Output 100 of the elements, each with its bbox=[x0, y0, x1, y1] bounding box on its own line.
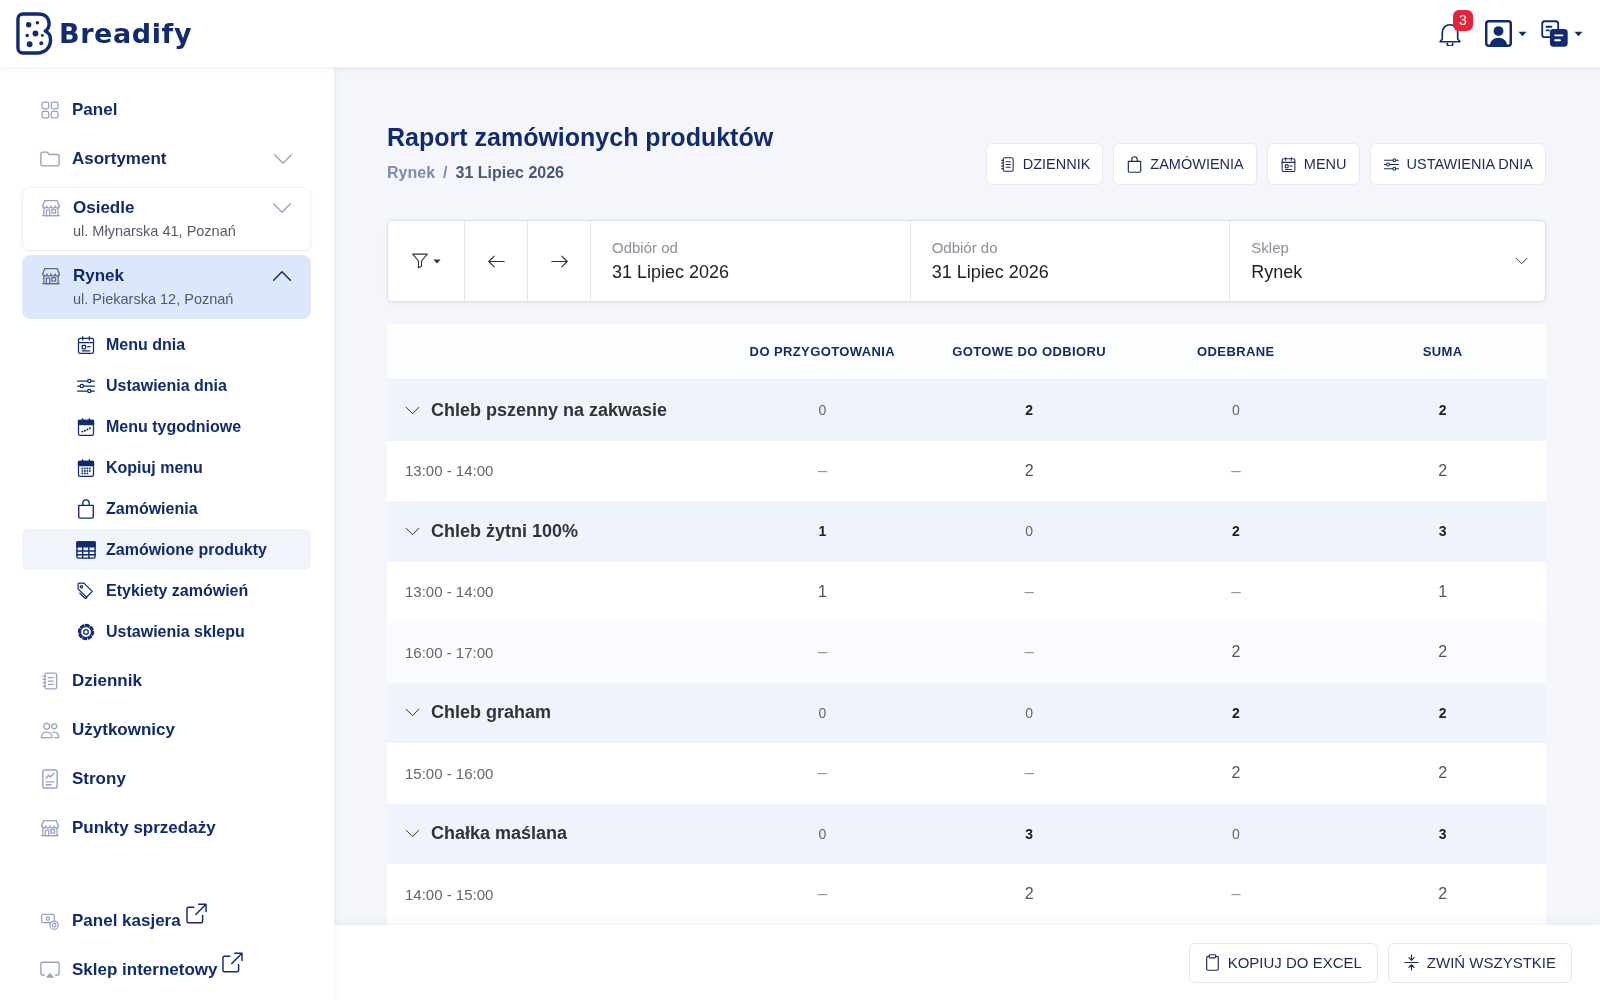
submenu-item[interactable]: Menu dnia bbox=[22, 324, 311, 365]
logo-icon[interactable] bbox=[16, 12, 53, 55]
notebook-icon bbox=[40, 670, 60, 691]
chevron-down-icon[interactable] bbox=[405, 405, 420, 415]
notebook-icon bbox=[998, 155, 1016, 173]
table-cell-text: 1 bbox=[816, 582, 828, 601]
column-header: ODEBRANE bbox=[1196, 344, 1276, 359]
store-icon bbox=[41, 198, 61, 218]
time-slot: 15:00 - 16:00 bbox=[405, 764, 494, 782]
nav-item[interactable]: Użytkownicy bbox=[22, 705, 311, 754]
table-cell-text: – bbox=[1230, 884, 1242, 905]
submenu-item[interactable]: Zamówienia bbox=[22, 488, 311, 529]
store-icon bbox=[41, 266, 61, 286]
table-cell-text: – bbox=[816, 642, 829, 663]
submenu-item[interactable]: Zamówione produkty bbox=[22, 529, 311, 570]
product-row[interactable]: Chleb żytni 100% 1 0 2 3 bbox=[387, 501, 1546, 562]
external-link[interactable]: Sklep internetowy bbox=[22, 945, 311, 994]
submenu-item[interactable]: Kopiuj menu bbox=[22, 447, 311, 488]
table-cell-text: 0 bbox=[1024, 523, 1034, 540]
table-cell-text: 0 bbox=[817, 402, 828, 419]
arrow-left-icon bbox=[487, 254, 505, 268]
breadcrumb-separator: / bbox=[443, 163, 448, 183]
table-cell-text: 2 bbox=[1437, 402, 1448, 419]
logo-text[interactable]: Breadify bbox=[59, 18, 193, 49]
chevron-up-icon[interactable] bbox=[272, 270, 292, 282]
submenu-item[interactable]: Menu tygodniowe bbox=[22, 406, 311, 447]
product-name: Chleb żytni 100% bbox=[431, 520, 579, 542]
nav-item[interactable]: Panel bbox=[22, 85, 311, 134]
bag-icon bbox=[1126, 155, 1144, 173]
table-cell-text: 2 bbox=[1437, 461, 1449, 480]
arrow-right-icon bbox=[550, 254, 568, 268]
table-cell-text: – bbox=[1023, 642, 1035, 663]
nav-item[interactable]: Asortyment bbox=[22, 134, 311, 183]
store-item[interactable]: Rynek ul. Piekarska 12, Poznań bbox=[22, 255, 311, 319]
table-cell-text: 2 bbox=[1230, 764, 1242, 783]
chevron-down-icon[interactable] bbox=[405, 708, 420, 718]
account-button[interactable] bbox=[1485, 20, 1527, 47]
sliders-icon bbox=[1382, 155, 1400, 173]
time-slot: 13:00 - 14:00 bbox=[405, 462, 494, 480]
table-cell-text: – bbox=[816, 460, 829, 481]
nav-item[interactable]: Punkty sprzedaży bbox=[22, 803, 311, 852]
table-cell-text: – bbox=[1023, 763, 1035, 784]
chevron-down-icon[interactable] bbox=[405, 829, 420, 839]
submenu-item[interactable]: Ustawienia dnia bbox=[22, 365, 311, 406]
time-slot: 13:00 - 14:00 bbox=[405, 583, 494, 601]
nav-item[interactable]: Dziennik bbox=[22, 656, 311, 705]
store-icon bbox=[40, 817, 60, 838]
filter-icon bbox=[411, 253, 428, 269]
submenu-item[interactable]: Etykiety zamówień bbox=[22, 570, 311, 611]
bag-icon bbox=[76, 498, 96, 519]
external-link-icon bbox=[185, 903, 207, 924]
settings-icon bbox=[76, 621, 96, 642]
grid-icon bbox=[40, 99, 60, 120]
external-link[interactable]: Panel kasjera bbox=[22, 896, 311, 945]
external-link-icon bbox=[222, 952, 244, 973]
document-icon bbox=[40, 768, 60, 789]
table-cell-text: 2 bbox=[1230, 643, 1242, 662]
table-cell-text: 0 bbox=[1230, 402, 1241, 419]
journal-button[interactable]: DZIENNIK bbox=[985, 143, 1104, 185]
table-cell-text: 0 bbox=[817, 704, 828, 721]
product-name: Chleb graham bbox=[431, 702, 552, 724]
chevron-down-icon[interactable] bbox=[405, 526, 420, 536]
menu-button[interactable]: MENU bbox=[1266, 143, 1360, 185]
table-cell-text: 2 bbox=[1230, 523, 1241, 540]
table-cell-text: 2 bbox=[1437, 764, 1449, 783]
copy-to-excel-button[interactable]: KOPIUJ DO EXCEL bbox=[1188, 942, 1378, 983]
collapse-icon bbox=[1403, 954, 1419, 971]
day-settings-button[interactable]: USTAWIENIA DNIA bbox=[1369, 143, 1546, 185]
product-row[interactable]: Chleb graham 0 0 2 2 bbox=[387, 682, 1546, 743]
table-cell-text: 2 bbox=[1023, 885, 1035, 904]
nav-item[interactable]: Strony bbox=[22, 754, 311, 803]
monitor-icon bbox=[40, 959, 60, 980]
chevron-down-icon bbox=[1515, 257, 1528, 265]
bell-icon bbox=[1439, 21, 1461, 46]
product-name: Chałka maślana bbox=[431, 823, 568, 845]
product-row[interactable]: Chałka maślana 0 3 0 3 bbox=[387, 803, 1546, 864]
store-select[interactable]: Sklep Rynek bbox=[1230, 221, 1545, 301]
table-cell-text: 2 bbox=[1437, 643, 1449, 662]
time-slot: 14:00 - 15:00 bbox=[405, 885, 494, 903]
calendar-icon bbox=[76, 457, 96, 478]
table-cell-text: – bbox=[1023, 581, 1035, 602]
date-field[interactable]: Odbiór od 31 Lipiec 2026 bbox=[591, 221, 911, 301]
table-cell-text: 0 bbox=[1024, 704, 1034, 721]
store-item[interactable]: Osiedle ul. Młynarska 41, Poznań bbox=[22, 187, 311, 251]
calendar-icon bbox=[1279, 155, 1297, 173]
column-header: GOTOWE DO ODBIORU bbox=[951, 344, 1108, 359]
product-row[interactable]: Chleb pszenny na zakwasie 0 2 0 2 bbox=[387, 380, 1546, 441]
collapse-all-button[interactable]: ZWIŃ WSZYSTKIE bbox=[1387, 942, 1572, 983]
date-field[interactable]: Odbiór do 31 Lipiec 2026 bbox=[910, 221, 1231, 301]
orders-button[interactable]: ZAMÓWIENIA bbox=[1113, 143, 1257, 185]
submenu-item[interactable]: Ustawienia sklepu bbox=[22, 611, 311, 652]
table-cell-text: 2 bbox=[1437, 704, 1448, 721]
product-name: Chleb pszenny na zakwasie bbox=[431, 399, 668, 421]
translate-icon bbox=[1541, 20, 1568, 47]
language-button[interactable] bbox=[1541, 20, 1583, 47]
table-cell-text: – bbox=[1230, 460, 1242, 481]
table-cell-text: 2 bbox=[1024, 402, 1034, 419]
user-icon bbox=[1485, 20, 1512, 47]
table-cell-text: 3 bbox=[1024, 825, 1034, 842]
table-cell-text: 3 bbox=[1437, 825, 1448, 842]
